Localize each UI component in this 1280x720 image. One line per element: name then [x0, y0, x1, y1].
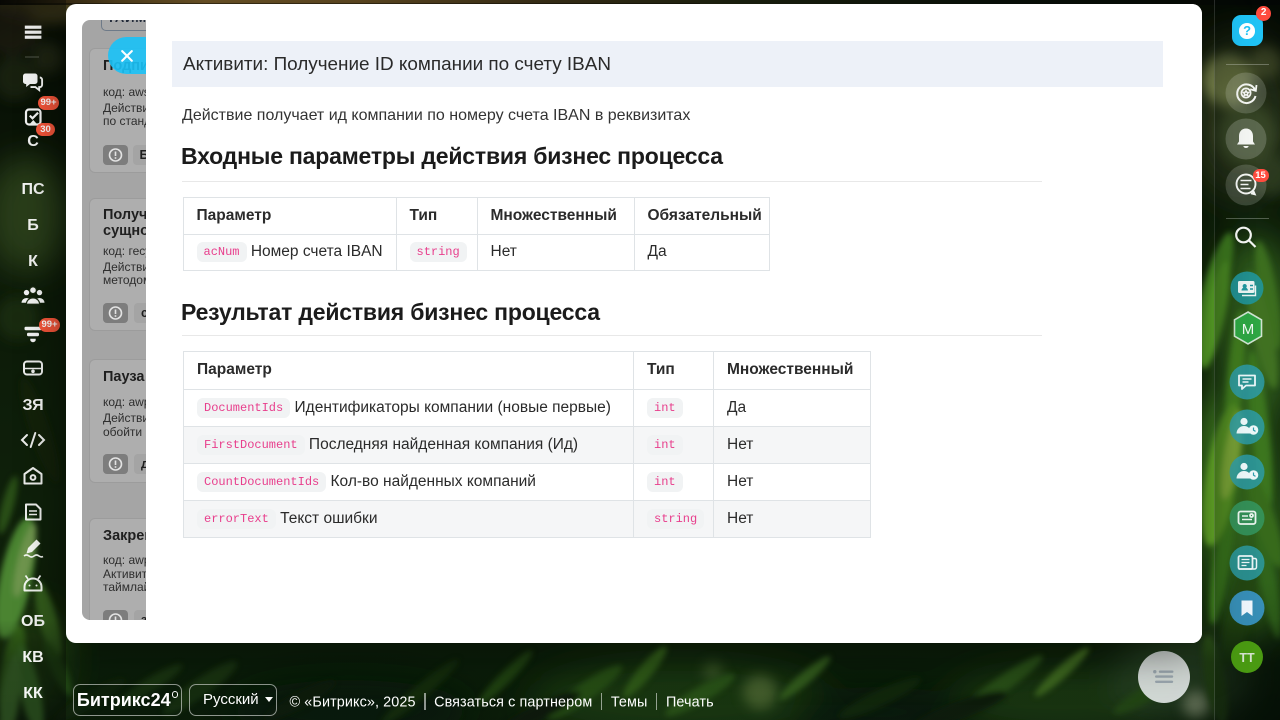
svg-text:M: M — [1242, 321, 1255, 338]
